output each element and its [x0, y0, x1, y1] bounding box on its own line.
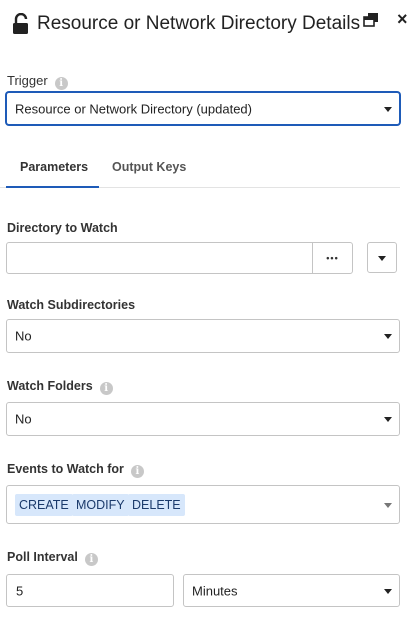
tab-parameters[interactable]: Parameters: [20, 160, 88, 174]
popout-window-icon[interactable]: [363, 12, 379, 28]
event-chip-create[interactable]: CREATE: [15, 494, 73, 516]
watch-folders-value: No: [15, 411, 32, 427]
events-label: Events to Watch for i: [7, 462, 144, 478]
panel-title: Resource or Network Directory Details: [37, 13, 361, 34]
tab-output-keys[interactable]: Output Keys: [112, 160, 186, 174]
watch-folders-select[interactable]: No: [6, 402, 400, 436]
active-tab-indicator: [6, 186, 99, 188]
info-icon[interactable]: i: [54, 77, 68, 90]
directory-input[interactable]: [6, 242, 313, 274]
watch-folders-label: Watch Folders i: [7, 379, 113, 395]
chevron-down-icon: [378, 256, 386, 261]
watch-subdirectories-label: Watch Subdirectories: [7, 298, 136, 312]
poll-interval-label: Poll Interval i: [7, 550, 98, 566]
trigger-label: Trigger i: [7, 73, 68, 90]
chevron-down-icon: [384, 503, 392, 508]
event-chip-modify[interactable]: MODIFY: [72, 494, 129, 516]
poll-interval-unit-select[interactable]: Minutes: [183, 574, 400, 607]
browse-button[interactable]: •••: [312, 242, 353, 274]
chevron-down-icon: [384, 589, 392, 594]
panel-header: Resource or Network Directory Details ×: [0, 0, 415, 48]
watch-folders-label-text: Watch Folders: [7, 379, 93, 393]
watch-subdirectories-select[interactable]: No: [6, 319, 400, 353]
close-icon[interactable]: ×: [397, 9, 408, 29]
unlocked-padlock-icon[interactable]: [12, 13, 32, 35]
directory-options-button[interactable]: [367, 242, 397, 273]
tab-bar: Parameters Output Keys: [0, 150, 400, 188]
trigger-select-value: Resource or Network Directory (updated): [15, 101, 252, 116]
watch-subdirectories-value: No: [15, 328, 32, 344]
poll-interval-input[interactable]: 5: [6, 574, 174, 607]
event-chip-delete[interactable]: DELETE: [128, 494, 185, 516]
chevron-down-icon: [384, 107, 392, 112]
trigger-select[interactable]: Resource or Network Directory (updated): [6, 92, 400, 125]
chevron-down-icon: [384, 334, 392, 339]
directory-label: Directory to Watch: [7, 221, 118, 235]
poll-interval-label-text: Poll Interval: [7, 550, 78, 564]
events-label-text: Events to Watch for: [7, 462, 124, 476]
info-icon[interactable]: i: [84, 553, 98, 566]
poll-interval-value: 5: [16, 583, 24, 598]
trigger-label-text: Trigger: [7, 73, 48, 88]
info-icon[interactable]: i: [130, 465, 144, 478]
info-icon[interactable]: i: [99, 382, 113, 395]
poll-interval-unit-value: Minutes: [192, 583, 238, 598]
chevron-down-icon: [384, 417, 392, 422]
events-multiselect[interactable]: CREATE MODIFY DELETE: [6, 485, 400, 524]
